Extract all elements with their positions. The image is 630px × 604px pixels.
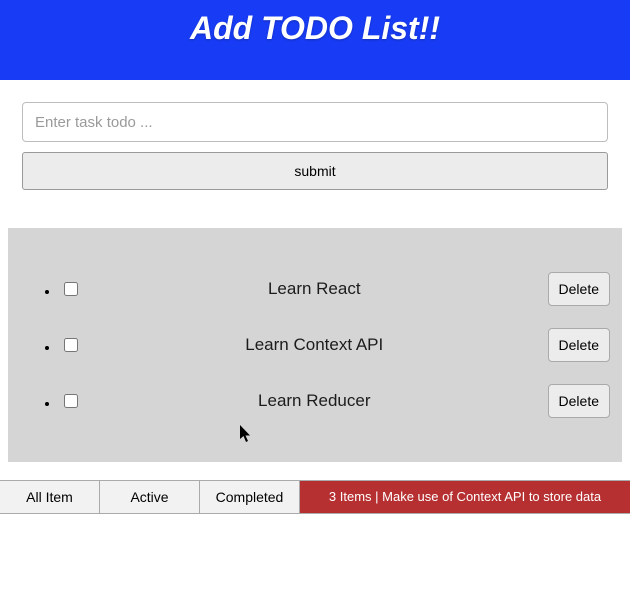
task-list-panel: Learn React Delete Learn Context API Del… [8, 228, 622, 462]
task-checkbox[interactable] [64, 338, 78, 352]
task-list: Learn React Delete Learn Context API Del… [20, 272, 610, 418]
task-checkbox[interactable] [64, 282, 78, 296]
list-item: Learn Reducer Delete [60, 384, 610, 418]
task-form: submit [0, 80, 630, 190]
filter-completed-button[interactable]: Completed [200, 481, 300, 513]
filter-all-button[interactable]: All Item [0, 481, 100, 513]
list-item: Learn Context API Delete [60, 328, 610, 362]
app-header: Add TODO List!! [0, 0, 630, 80]
task-text: Learn React [93, 279, 536, 299]
page-title: Add TODO List!! [190, 10, 440, 47]
status-badge: 3 Items | Make use of Context API to sto… [300, 481, 630, 513]
delete-button[interactable]: Delete [548, 328, 610, 362]
footer-bar: All Item Active Completed 3 Items | Make… [0, 480, 630, 514]
task-input[interactable] [22, 102, 608, 142]
task-checkbox[interactable] [64, 394, 78, 408]
delete-button[interactable]: Delete [548, 384, 610, 418]
filter-active-button[interactable]: Active [100, 481, 200, 513]
task-text: Learn Context API [93, 335, 536, 355]
submit-button[interactable]: submit [22, 152, 608, 190]
task-text: Learn Reducer [93, 391, 536, 411]
delete-button[interactable]: Delete [548, 272, 610, 306]
list-item: Learn React Delete [60, 272, 610, 306]
